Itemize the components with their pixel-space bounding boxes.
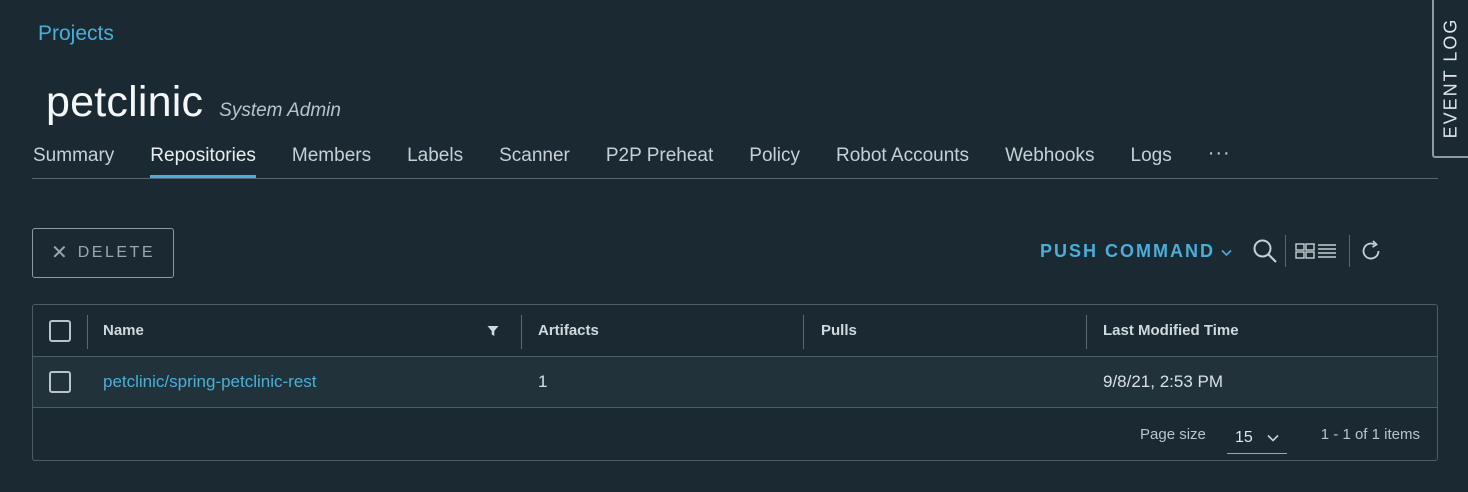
filter-icon[interactable] [487, 305, 499, 356]
tab-p2p-preheat[interactable]: P2P Preheat [606, 140, 713, 178]
tab-robot-accounts[interactable]: Robot Accounts [836, 140, 969, 178]
toolbar-divider [1349, 235, 1350, 267]
search-icon[interactable] [1252, 238, 1278, 264]
delete-button[interactable]: ✕ DELETE [32, 228, 174, 278]
tab-members[interactable]: Members [292, 140, 371, 178]
repo-toolbar: PUSH COMMAND [1040, 233, 1383, 269]
select-all-checkbox[interactable] [49, 319, 71, 342]
artifacts-count: 1 [538, 372, 548, 391]
repositories-table: Name Artifacts Pulls Last Modified Time … [32, 304, 1438, 461]
items-count: 1 - 1 of 1 items [1320, 425, 1420, 443]
column-divider [803, 315, 804, 349]
column-divider [521, 315, 522, 349]
page-size-select[interactable]: 15 [1227, 422, 1287, 454]
column-header-last-modified[interactable]: Last Modified Time [1103, 305, 1239, 356]
more-tabs-icon[interactable]: ··· [1208, 140, 1231, 165]
tab-scanner[interactable]: Scanner [499, 140, 570, 178]
close-icon: ✕ [50, 242, 68, 264]
tab-logs[interactable]: Logs [1131, 140, 1172, 178]
list-view-icon[interactable] [1317, 243, 1337, 259]
tab-policy[interactable]: Policy [749, 140, 800, 178]
tab-summary[interactable]: Summary [33, 140, 114, 178]
project-tabs: Summary Repositories Members Labels Scan… [32, 140, 1438, 179]
chevron-down-icon [1267, 429, 1279, 447]
column-divider [87, 315, 88, 349]
table-row: petclinic/spring-petclinic-rest 1 9/8/21… [33, 357, 1437, 408]
last-modified-time: 9/8/21, 2:53 PM [1103, 372, 1224, 391]
table-footer: Page size 15 1 - 1 of 1 items [33, 408, 1437, 460]
page-size-label: Page size [1140, 425, 1206, 443]
repository-name-link[interactable]: petclinic/spring-petclinic-rest [103, 357, 317, 407]
row-checkbox[interactable] [49, 371, 71, 393]
tab-webhooks[interactable]: Webhooks [1005, 140, 1094, 178]
push-command-dropdown[interactable]: PUSH COMMAND [1040, 241, 1232, 262]
row-select-cell [49, 357, 71, 407]
event-log-toggle[interactable]: EVENT LOG [1432, 0, 1468, 158]
chevron-down-icon [1221, 241, 1232, 262]
refresh-icon[interactable] [1359, 239, 1383, 263]
page-title: petclinic [46, 78, 204, 126]
tab-labels[interactable]: Labels [407, 140, 463, 178]
select-all-cell [49, 305, 71, 356]
event-log-label: EVENT LOG [1440, 17, 1461, 139]
breadcrumb-projects[interactable]: Projects [38, 22, 114, 46]
toolbar-divider [1285, 235, 1286, 267]
card-view-icon[interactable] [1295, 243, 1315, 259]
role-label: System Admin [219, 100, 341, 121]
column-header-pulls[interactable]: Pulls [821, 305, 857, 356]
delete-button-label: DELETE [77, 244, 155, 261]
tab-repositories[interactable]: Repositories [150, 140, 256, 178]
page-size-value: 15 [1235, 428, 1253, 446]
column-divider [1086, 315, 1087, 349]
column-header-artifacts[interactable]: Artifacts [538, 305, 599, 356]
column-header-name[interactable]: Name [103, 305, 144, 356]
table-header: Name Artifacts Pulls Last Modified Time [33, 305, 1437, 357]
project-header: petclinic System Admin [46, 78, 341, 127]
push-command-label: PUSH COMMAND [1040, 240, 1215, 261]
